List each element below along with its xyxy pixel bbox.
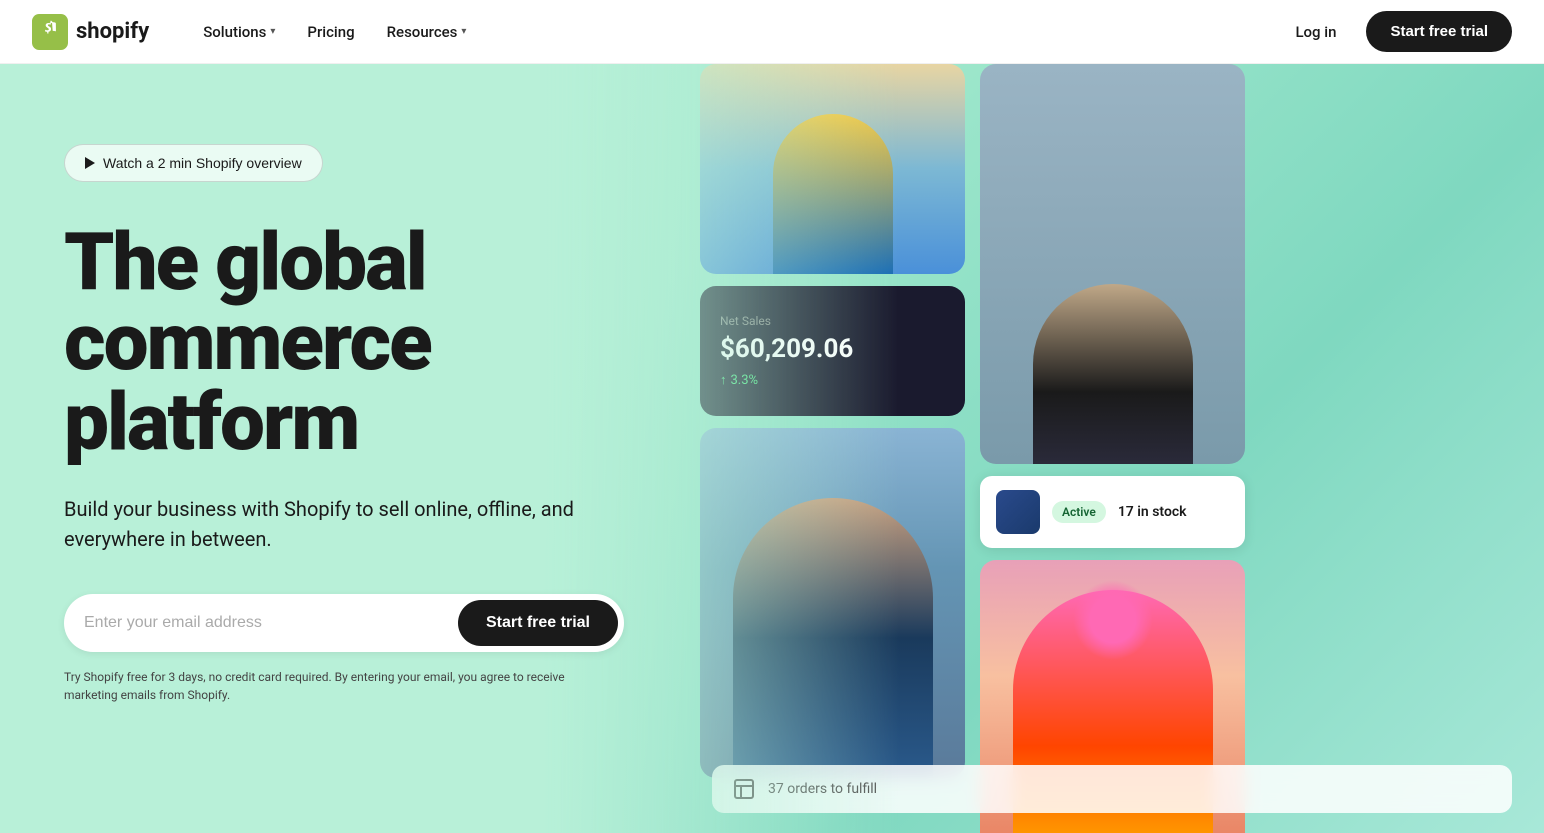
- sales-growth: ↑ 3.3%: [720, 372, 945, 388]
- shopify-logo-icon: [32, 14, 68, 50]
- orders-icon: [732, 777, 756, 801]
- nav-resources[interactable]: Resources ▾: [373, 15, 481, 49]
- person-photo: [700, 428, 965, 778]
- image-column-2: Active 17 in stock: [980, 64, 1245, 833]
- arrow-up-icon: ↑: [720, 372, 727, 388]
- hero-section: Watch a 2 min Shopify overview The globa…: [0, 0, 1544, 833]
- logo[interactable]: shopify: [32, 14, 149, 50]
- email-form: Start free trial: [64, 594, 624, 652]
- nav-trial-button[interactable]: Start free trial: [1366, 11, 1512, 52]
- play-icon: [85, 157, 95, 169]
- image-column-1: Net Sales $60,209.06 ↑ 3.3%: [700, 64, 965, 778]
- navigation: shopify Solutions ▾ Pricing Resources ▾ …: [0, 0, 1544, 64]
- stock-count: 17 in stock: [1118, 504, 1187, 520]
- nav-solutions[interactable]: Solutions ▾: [189, 15, 289, 49]
- two-people-photo: [980, 64, 1245, 464]
- nav-links: Solutions ▾ Pricing Resources ▾: [189, 15, 1281, 49]
- login-button[interactable]: Log in: [1281, 15, 1350, 49]
- sales-widget: Net Sales $60,209.06 ↑ 3.3%: [700, 286, 965, 416]
- nav-actions: Log in Start free trial: [1281, 11, 1512, 52]
- watch-overview-button[interactable]: Watch a 2 min Shopify overview: [64, 144, 323, 182]
- chevron-down-icon: ▾: [270, 26, 275, 37]
- sales-amount: $60,209.06: [720, 334, 945, 364]
- hero-content: Watch a 2 min Shopify overview The globa…: [0, 64, 700, 752]
- orders-bar: 37 orders to fulfill: [712, 765, 1512, 813]
- hero-images: Net Sales $60,209.06 ↑ 3.3% Active 17 in…: [700, 64, 1544, 833]
- fashion-photo: [700, 64, 965, 274]
- hero-subtitle: Build your business with Shopify to sell…: [64, 494, 604, 554]
- stock-thumbnail: [996, 490, 1040, 534]
- disclaimer-text: Try Shopify free for 3 days, no credit c…: [64, 668, 604, 704]
- orders-text: 37 orders to fulfill: [768, 781, 877, 797]
- nav-pricing[interactable]: Pricing: [293, 15, 368, 49]
- sales-label: Net Sales: [720, 314, 945, 328]
- start-trial-button[interactable]: Start free trial: [458, 600, 618, 646]
- email-input[interactable]: [84, 614, 458, 632]
- logo-text: shopify: [76, 19, 149, 44]
- active-badge: Active: [1052, 501, 1106, 523]
- hero-title: The global commerce platform: [64, 222, 652, 462]
- chevron-down-icon: ▾: [461, 26, 466, 37]
- stock-widget: Active 17 in stock: [980, 476, 1245, 548]
